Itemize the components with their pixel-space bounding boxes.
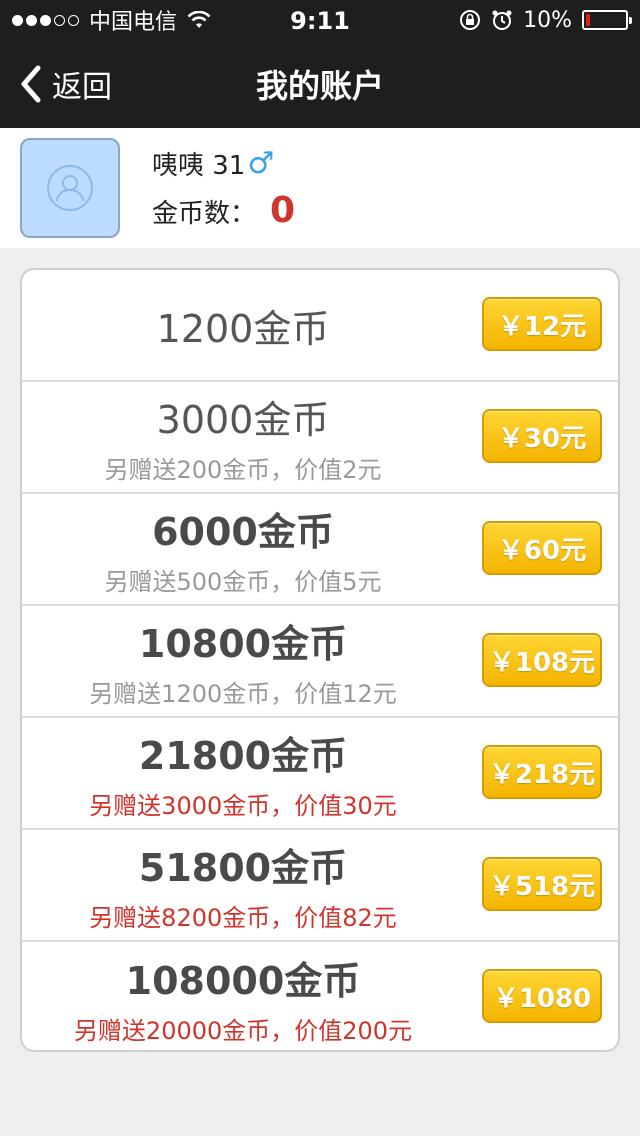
package-amount: 6000金币 (152, 510, 334, 554)
package-amount: 10800金币 (138, 622, 348, 666)
avatar[interactable] (20, 138, 120, 238)
user-placeholder-icon (47, 165, 93, 211)
package-bonus: 另赠送1200金币，价值12元 (89, 680, 397, 708)
buy-button[interactable]: ￥108元 (482, 633, 602, 687)
buy-button[interactable]: ￥12元 (482, 297, 602, 351)
package-row: 51800金币 另赠送8200金币，价值82元 ￥518元 (22, 830, 618, 942)
package-amount: 108000金币 (125, 959, 361, 1003)
package-amount: 1200金币 (156, 306, 330, 351)
package-bonus: 另赠送500金币，价值5元 (104, 568, 382, 596)
package-row: 21800金币 另赠送3000金币，价值30元 ￥218元 (22, 718, 618, 830)
back-button[interactable]: 返回 (0, 40, 112, 128)
package-bonus: 另赠送3000金币，价值30元 (89, 792, 397, 820)
signal-strength-icon (12, 14, 79, 26)
coin-balance-row: 金币数： 0 (152, 190, 295, 231)
package-bonus: 另赠送200金币，价值2元 (104, 456, 382, 484)
profile-section: 咦咦 31 ♂ 金币数： 0 (0, 128, 640, 248)
buy-button[interactable]: ￥1080 (482, 969, 602, 1023)
username: 咦咦 31 (152, 151, 246, 181)
top-bar: 中国电信 9:11 10% 返回 我的账户 (0, 0, 640, 128)
buy-button[interactable]: ￥60元 (482, 521, 602, 575)
coin-label: 金币数： (152, 199, 257, 229)
package-row: 6000金币 另赠送500金币，价值5元 ￥60元 (22, 494, 618, 606)
package-row: 108000金币 另赠送20000金币，价值200元 ￥1080 (22, 942, 618, 1050)
buy-button[interactable]: ￥518元 (482, 857, 602, 911)
battery-icon (582, 10, 632, 30)
navigation-bar: 返回 我的账户 (0, 40, 640, 128)
package-amount: 21800金币 (138, 734, 348, 778)
back-label: 返回 (52, 70, 112, 105)
package-row: 10800金币 另赠送1200金币，价值12元 ￥108元 (22, 606, 618, 718)
chevron-left-icon (21, 65, 41, 103)
coin-count: 0 (270, 190, 296, 231)
profile-name-row: 咦咦 31 ♂ (152, 145, 295, 182)
package-row: 3000金币 另赠送200金币，价值2元 ￥30元 (22, 382, 618, 494)
status-bar: 中国电信 9:11 10% (0, 0, 640, 40)
buy-button[interactable]: ￥218元 (482, 745, 602, 799)
battery-level-fill (586, 14, 590, 26)
battery-percent: 10% (523, 7, 572, 33)
package-bonus: 另赠送8200金币，价值82元 (89, 904, 397, 932)
buy-button[interactable]: ￥30元 (482, 409, 602, 463)
carrier-label: 中国电信 (89, 10, 178, 35)
wifi-icon (187, 11, 211, 28)
package-bonus: 另赠送20000金币，价值200元 (73, 1017, 413, 1045)
package-amount: 3000金币 (156, 398, 330, 442)
rotation-lock-icon (460, 10, 481, 30)
recharge-package-list: 1200金币 ￥12元 3000金币 另赠送200金币，价值2元 ￥30元 60… (20, 268, 620, 1052)
package-amount: 51800金币 (138, 846, 348, 890)
package-row: 1200金币 ￥12元 (22, 270, 618, 382)
male-gender-icon: ♂ (247, 146, 275, 181)
alarm-icon (492, 10, 512, 30)
